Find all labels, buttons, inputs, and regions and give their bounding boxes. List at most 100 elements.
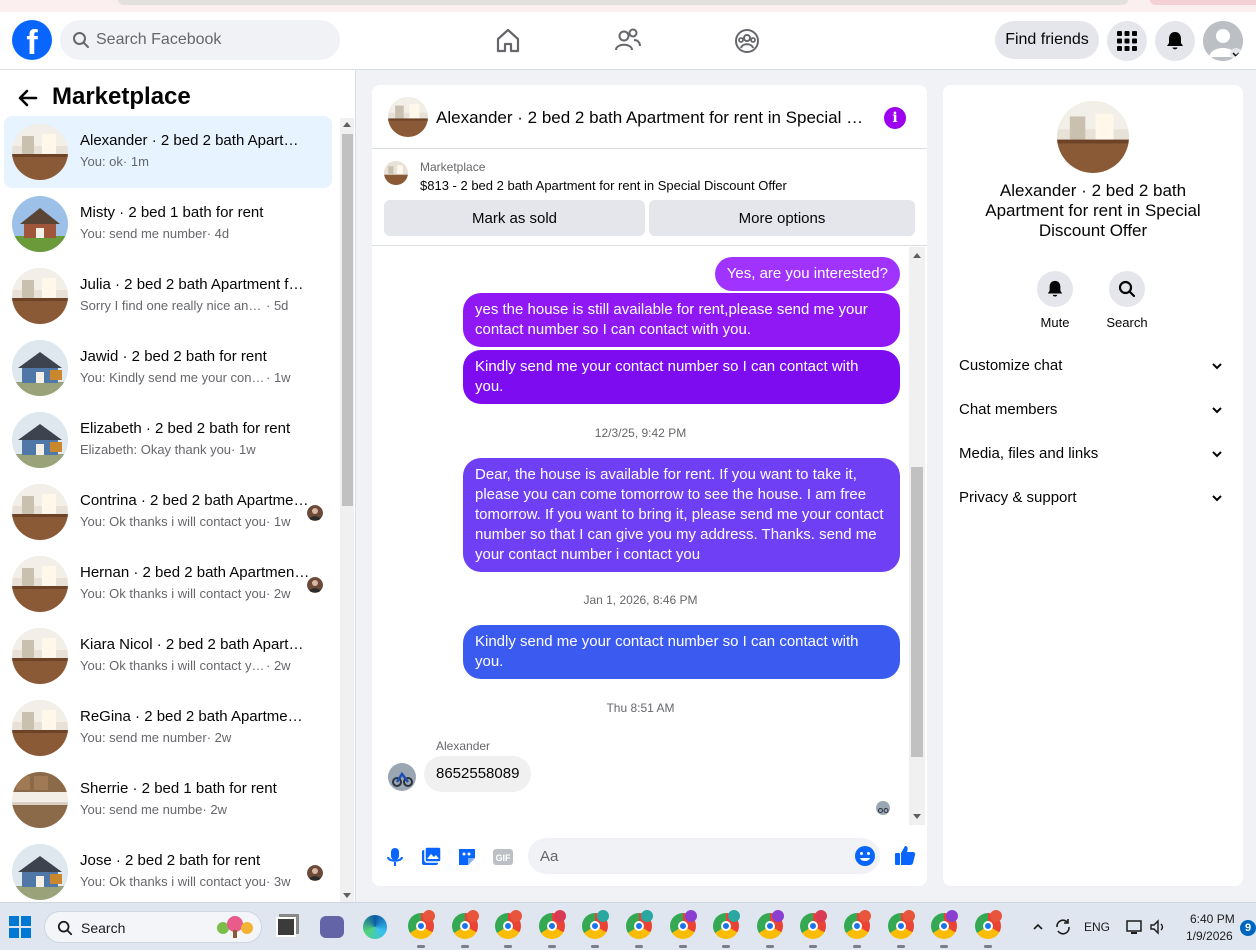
listing-title[interactable]: $813 - 2 bed 2 bath Apartment for rent i… <box>420 178 787 193</box>
sender-avatar[interactable] <box>388 763 416 791</box>
sync-icon[interactable] <box>1054 918 1072 936</box>
teams-icon[interactable] <box>320 916 344 938</box>
info-avatar[interactable] <box>1057 101 1129 173</box>
photo-icon[interactable] <box>420 846 442 868</box>
page-title: Marketplace <box>52 83 191 110</box>
more-options-button[interactable]: More options <box>649 200 915 236</box>
conversation-item[interactable]: Julia · 2 bed 2 bath Apartment for rent S… <box>4 260 332 332</box>
network-icon[interactable] <box>1125 918 1143 936</box>
media-files-links-row[interactable]: Media, files and links <box>951 432 1235 476</box>
outgoing-message[interactable]: Yes, are you interested? <box>714 257 900 291</box>
outgoing-message[interactable]: Kindly send me your contact number so I … <box>463 625 900 679</box>
search-action[interactable]: Search <box>1097 271 1157 330</box>
notification-count-badge[interactable]: 9 <box>1240 920 1256 936</box>
groups-icon[interactable] <box>732 26 762 56</box>
chat-members-row[interactable]: Chat members <box>951 388 1235 432</box>
conversation-item[interactable]: Kiara Nicol · 2 bed 2 bath Apartment for… <box>4 620 332 692</box>
chrome-window-icon[interactable] <box>887 910 915 948</box>
conversation-item[interactable]: Jose · 2 bed 2 bath for rent You: Ok than… <box>4 836 332 908</box>
chrome-window-icon[interactable] <box>538 910 566 948</box>
scroll-down-arrow[interactable] <box>343 893 351 898</box>
emoji-icon[interactable] <box>854 845 876 867</box>
friends-icon[interactable] <box>613 26 643 56</box>
conversation-item[interactable]: Elizabeth · 2 bed 2 bath for rent Elizabe… <box>4 404 332 476</box>
windows-start-icon[interactable] <box>9 916 31 938</box>
chrome-window-icon[interactable] <box>626 910 653 948</box>
scroll-up-arrow[interactable] <box>913 253 921 258</box>
grid-menu-icon <box>1117 31 1137 51</box>
outgoing-message[interactable]: Kindly send me your contact number so I … <box>463 350 900 404</box>
menu-button[interactable] <box>1107 21 1147 61</box>
notifications-button[interactable] <box>1155 21 1195 61</box>
scroll-down-arrow[interactable] <box>913 814 921 819</box>
chrome-window-icon[interactable] <box>931 910 959 948</box>
listing-thumbnail <box>12 268 68 324</box>
scroll-thumb[interactable] <box>342 134 353 506</box>
chrome-window-icon[interactable] <box>713 910 741 948</box>
facebook-logo[interactable]: f <box>12 20 52 60</box>
language-indicator[interactable]: ENG <box>1084 920 1110 934</box>
listing-thumbnail <box>12 124 68 180</box>
listing-thumbnail <box>12 412 68 468</box>
gif-icon[interactable]: GIF <box>492 846 514 868</box>
conversation-item[interactable]: Contrina · 2 bed 2 bath Apartment for re… <box>4 476 332 548</box>
conversation-info-icon[interactable]: i <box>884 107 906 129</box>
chrome-window-icon[interactable] <box>800 910 828 948</box>
sticker-icon[interactable] <box>456 846 478 868</box>
task-view-icon[interactable] <box>276 917 296 937</box>
conversation-item[interactable]: ReGina · 2 bed 2 bath Apartment for rent… <box>4 692 332 764</box>
chrome-window-icon[interactable] <box>756 910 784 948</box>
mute-action[interactable]: Mute <box>1025 271 1085 330</box>
sender-name: Alexander <box>436 739 491 753</box>
chrome-window-icon[interactable] <box>495 910 523 948</box>
message-input[interactable] <box>528 838 880 874</box>
search-facebook-box[interactable] <box>60 20 340 60</box>
chat-avatar[interactable] <box>388 97 428 137</box>
chrome-window-icon[interactable] <box>582 910 610 948</box>
chat-scrollbar[interactable] <box>909 247 925 825</box>
sidebar-scrollbar[interactable] <box>340 118 354 902</box>
chrome-window-icon[interactable] <box>451 910 479 948</box>
listing-thumbnail[interactable] <box>384 161 408 185</box>
conversation-info-panel: Alexander · 2 bed 2 bath Apartment for r… <box>943 85 1243 886</box>
scroll-up-arrow[interactable] <box>343 122 351 127</box>
clock-date[interactable]: 1/9/2026 <box>1186 929 1233 943</box>
incoming-message[interactable]: 8652558089 <box>424 756 532 792</box>
mark-as-sold-button[interactable]: Mark as sold <box>384 200 645 236</box>
microphone-icon[interactable] <box>384 846 406 868</box>
volume-icon[interactable] <box>1149 918 1167 936</box>
chrome-window-icon[interactable] <box>408 910 435 948</box>
home-icon[interactable] <box>493 26 523 56</box>
conversation-name: Hernan · 2 bed 2 bath Apartment for rent <box>80 564 310 581</box>
mute-label: Mute <box>1040 315 1070 330</box>
conversation-snippet: You: Kindly send me your contact number … <box>80 370 291 385</box>
scroll-thumb[interactable] <box>911 467 923 757</box>
thumbs-up-icon[interactable] <box>894 844 916 866</box>
browser-tab[interactable] <box>1150 0 1256 5</box>
chrome-window-icon[interactable] <box>844 910 871 948</box>
listing-thumbnail <box>12 556 68 612</box>
outgoing-message[interactable]: yes the house is still available for ren… <box>463 293 900 347</box>
find-friends-button[interactable]: Find friends <box>995 21 1099 59</box>
chevron-up-icon[interactable] <box>1032 921 1044 933</box>
outgoing-message[interactable]: Dear, the house is available for rent. I… <box>463 458 900 572</box>
taskbar-search[interactable]: Search <box>44 911 262 943</box>
conversation-item[interactable]: Jawid · 2 bed 2 bath for rent You: Kindly… <box>4 332 332 404</box>
chat-title[interactable]: Alexander · 2 bed 2 bath Apartment for r… <box>436 108 868 128</box>
chrome-window-icon[interactable] <box>974 910 1002 948</box>
browser-tab[interactable] <box>118 0 1128 5</box>
edge-icon[interactable] <box>363 915 387 939</box>
clock-time[interactable]: 6:40 PM <box>1190 912 1235 926</box>
seen-avatar <box>307 865 323 881</box>
customize-chat-row[interactable]: Customize chat <box>951 344 1235 388</box>
conversation-item[interactable]: Sherrie · 2 bed 1 bath for rent You: send… <box>4 764 332 836</box>
privacy-support-row[interactable]: Privacy & support <box>951 476 1235 520</box>
search-facebook-input[interactable] <box>96 20 326 60</box>
conversation-item[interactable]: Misty · 2 bed 1 bath for rent You: send m… <box>4 188 332 260</box>
conversation-item[interactable]: Hernan · 2 bed 2 bath Apartment for rent… <box>4 548 332 620</box>
back-arrow-icon[interactable] <box>16 86 40 110</box>
conversation-snippet: You: Ok thanks i will contact you · 1w <box>80 514 291 529</box>
conversation-item[interactable]: Alexander · 2 bed 2 bath Apartment for r… <box>4 116 332 188</box>
account-avatar-button[interactable] <box>1203 21 1243 61</box>
chrome-window-icon[interactable] <box>669 910 697 948</box>
